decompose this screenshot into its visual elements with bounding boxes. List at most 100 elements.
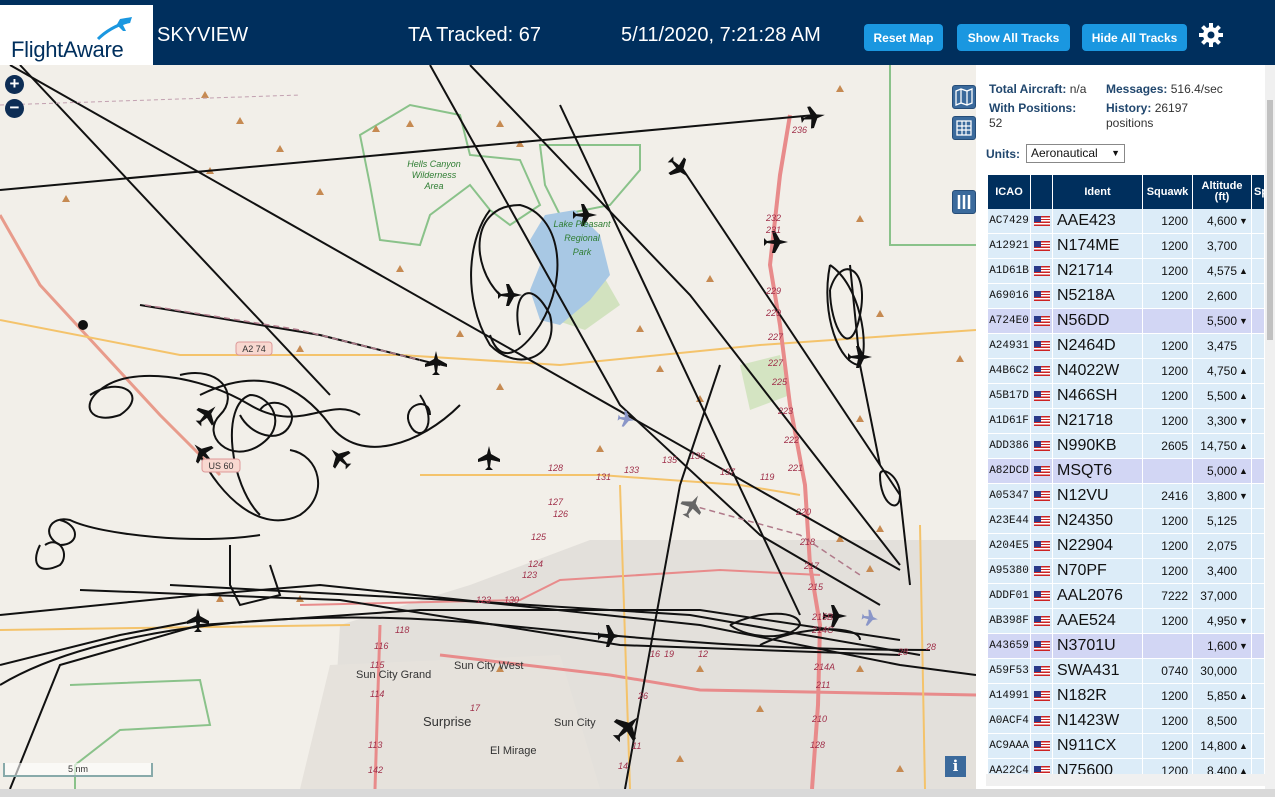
- cell-ident: N70PF: [1053, 559, 1142, 583]
- shield-us60: US 60: [201, 458, 241, 473]
- show-all-tracks-button[interactable]: Show All Tracks: [957, 24, 1070, 51]
- table-row[interactable]: A69016 N5218A 1200 2,600: [988, 284, 1264, 309]
- flightaware-logo[interactable]: FlightAware: [0, 5, 153, 65]
- cell-squawk: 1200: [1143, 234, 1192, 258]
- cell-ident: N4022W: [1053, 359, 1142, 383]
- cell-squawk: 1200: [1143, 284, 1192, 308]
- route-number: 227: [767, 332, 784, 342]
- col-altitude[interactable]: Altitude (ft): [1193, 175, 1251, 209]
- cell-altitude: 2,600: [1193, 284, 1251, 308]
- table-row[interactable]: A59F53 SWA431 0740 30,000: [988, 659, 1264, 684]
- cell-icao: ADD386: [988, 434, 1030, 458]
- route-number: 137: [720, 467, 736, 477]
- zoom-in-button[interactable]: +: [5, 75, 24, 94]
- route-number: 217: [803, 561, 820, 571]
- table-row[interactable]: A1D61B N21714 1200 4,575 ▲: [988, 259, 1264, 284]
- us-flag-icon: [1031, 584, 1052, 608]
- cell-ident: N911CX: [1053, 734, 1142, 758]
- trend-up-icon: ▲: [1239, 366, 1248, 376]
- table-row[interactable]: A95380 N70PF 1200 3,400: [988, 559, 1264, 584]
- table-row[interactable]: A43659 N3701U 1,600 ▼: [988, 634, 1264, 659]
- total-aircraft-stat: Total Aircraft: n/a: [989, 82, 1087, 96]
- route-number: 231: [765, 225, 781, 235]
- gear-icon[interactable]: [1198, 22, 1224, 48]
- us-flag-icon: [1031, 434, 1052, 458]
- col-speed[interactable]: Sp: [1252, 175, 1268, 209]
- cell-squawk: 1200: [1143, 259, 1192, 283]
- table-row[interactable]: AC7429 AAE423 1200 4,600 ▼: [988, 209, 1264, 234]
- messages-stat: Messages: 516.4/sec: [1106, 82, 1223, 96]
- cell-altitude: 5,125: [1193, 509, 1251, 533]
- col-ident[interactable]: Ident: [1053, 175, 1142, 209]
- route-number: 115: [370, 660, 385, 670]
- table-row[interactable]: A14991 N182R 1200 5,850 ▲: [988, 684, 1264, 709]
- trend-down-icon: ▼: [1239, 616, 1248, 626]
- wilderness-label-2: Wilderness: [412, 170, 457, 180]
- table-row[interactable]: ADDF01 AAL2076 7222 37,000: [988, 584, 1264, 609]
- route-number: 142: [368, 765, 383, 775]
- route-number: 133: [624, 465, 639, 475]
- route-number: 14: [618, 761, 628, 771]
- cell-ident: N466SH: [1053, 384, 1142, 408]
- grid-toggle-button[interactable]: [952, 116, 976, 140]
- cell-icao: A204E5: [988, 534, 1030, 558]
- columns-icon: [957, 195, 971, 209]
- map-layers-button[interactable]: [952, 85, 976, 109]
- us-flag-icon: [1031, 684, 1052, 708]
- cell-icao: A24931: [988, 334, 1030, 358]
- zoom-out-button[interactable]: −: [5, 99, 24, 118]
- cell-squawk: 2605: [1143, 434, 1192, 458]
- cell-speed: [1252, 509, 1264, 533]
- map-view[interactable]: Hells Canyon Wilderness Area Lake Pleasa…: [0, 65, 976, 789]
- table-row[interactable]: A0ACF4 N1423W 1200 8,500: [988, 709, 1264, 734]
- col-flag[interactable]: [1031, 175, 1052, 209]
- info-button[interactable]: i: [945, 756, 966, 777]
- table-row[interactable]: A724E0 N56DD 5,500 ▼: [988, 309, 1264, 334]
- aircraft-table-body: AC7429 AAE423 1200 4,600 ▼ A12921 N174ME 1200 3,…: [988, 209, 1264, 784]
- table-row[interactable]: A4B6C2 N4022W 1200 4,750 ▲: [988, 359, 1264, 384]
- cell-speed: [1252, 559, 1264, 583]
- cell-ident: N2464D: [1053, 334, 1142, 358]
- cell-icao: A59F53: [988, 659, 1030, 683]
- us-flag-icon: [1031, 484, 1052, 508]
- table-row[interactable]: A23E44 N24350 1200 5,125: [988, 509, 1264, 534]
- route-number: 126: [553, 509, 568, 519]
- cell-altitude: 8,500: [1193, 709, 1251, 733]
- col-icao[interactable]: ICAO: [988, 175, 1030, 209]
- table-horizontal-scrollbar[interactable]: [986, 774, 1265, 786]
- panel-scrollbar-thumb[interactable]: [1267, 100, 1273, 340]
- cell-icao: A1D61F: [988, 409, 1030, 433]
- table-row[interactable]: A82DCD MSQT6 5,000 ▲: [988, 459, 1264, 484]
- cell-icao: A724E0: [988, 309, 1030, 333]
- cell-altitude: 3,300 ▼: [1193, 409, 1251, 433]
- table-row[interactable]: A12921 N174ME 1200 3,700: [988, 234, 1264, 259]
- cell-altitude: 2,075: [1193, 534, 1251, 558]
- table-row[interactable]: A24931 N2464D 1200 3,475: [988, 334, 1264, 359]
- table-row[interactable]: A204E5 N22904 1200 2,075: [988, 534, 1264, 559]
- cell-icao: A5B17D: [988, 384, 1030, 408]
- cell-ident: N1423W: [1053, 709, 1142, 733]
- table-row[interactable]: A1D61F N21718 1200 3,300 ▼: [988, 409, 1264, 434]
- hide-all-tracks-button[interactable]: Hide All Tracks: [1082, 24, 1187, 51]
- route-number: 12: [698, 649, 708, 659]
- cell-squawk: 1200: [1143, 684, 1192, 708]
- table-row[interactable]: A5B17D N466SH 1200 5,500 ▲: [988, 384, 1264, 409]
- cell-speed: [1252, 434, 1264, 458]
- us-flag-icon: [1031, 559, 1052, 583]
- app-title: SKYVIEW: [157, 24, 249, 46]
- table-row[interactable]: A05347 N12VU 2416 3,800 ▼: [988, 484, 1264, 509]
- reset-map-button[interactable]: Reset Map: [864, 24, 943, 51]
- trend-down-icon: ▼: [1239, 491, 1248, 501]
- cell-squawk: 0740: [1143, 659, 1192, 683]
- cell-speed: [1252, 584, 1264, 608]
- cell-altitude: 1,600 ▼: [1193, 634, 1251, 658]
- table-row[interactable]: AC9AAA N911CX 1200 14,800 ▲: [988, 734, 1264, 759]
- route-number: 16: [650, 649, 660, 659]
- columns-toggle-button[interactable]: [952, 190, 976, 214]
- route-number: 124: [528, 559, 543, 569]
- col-squawk[interactable]: Squawk: [1143, 175, 1192, 209]
- table-row[interactable]: AB398F AAE524 1200 4,950 ▼: [988, 609, 1264, 634]
- table-row[interactable]: ADD386 N990KB 2605 14,750 ▲: [988, 434, 1264, 459]
- units-select[interactable]: Aeronautical ▼: [1026, 144, 1125, 163]
- route-number: 215B: [811, 612, 833, 622]
